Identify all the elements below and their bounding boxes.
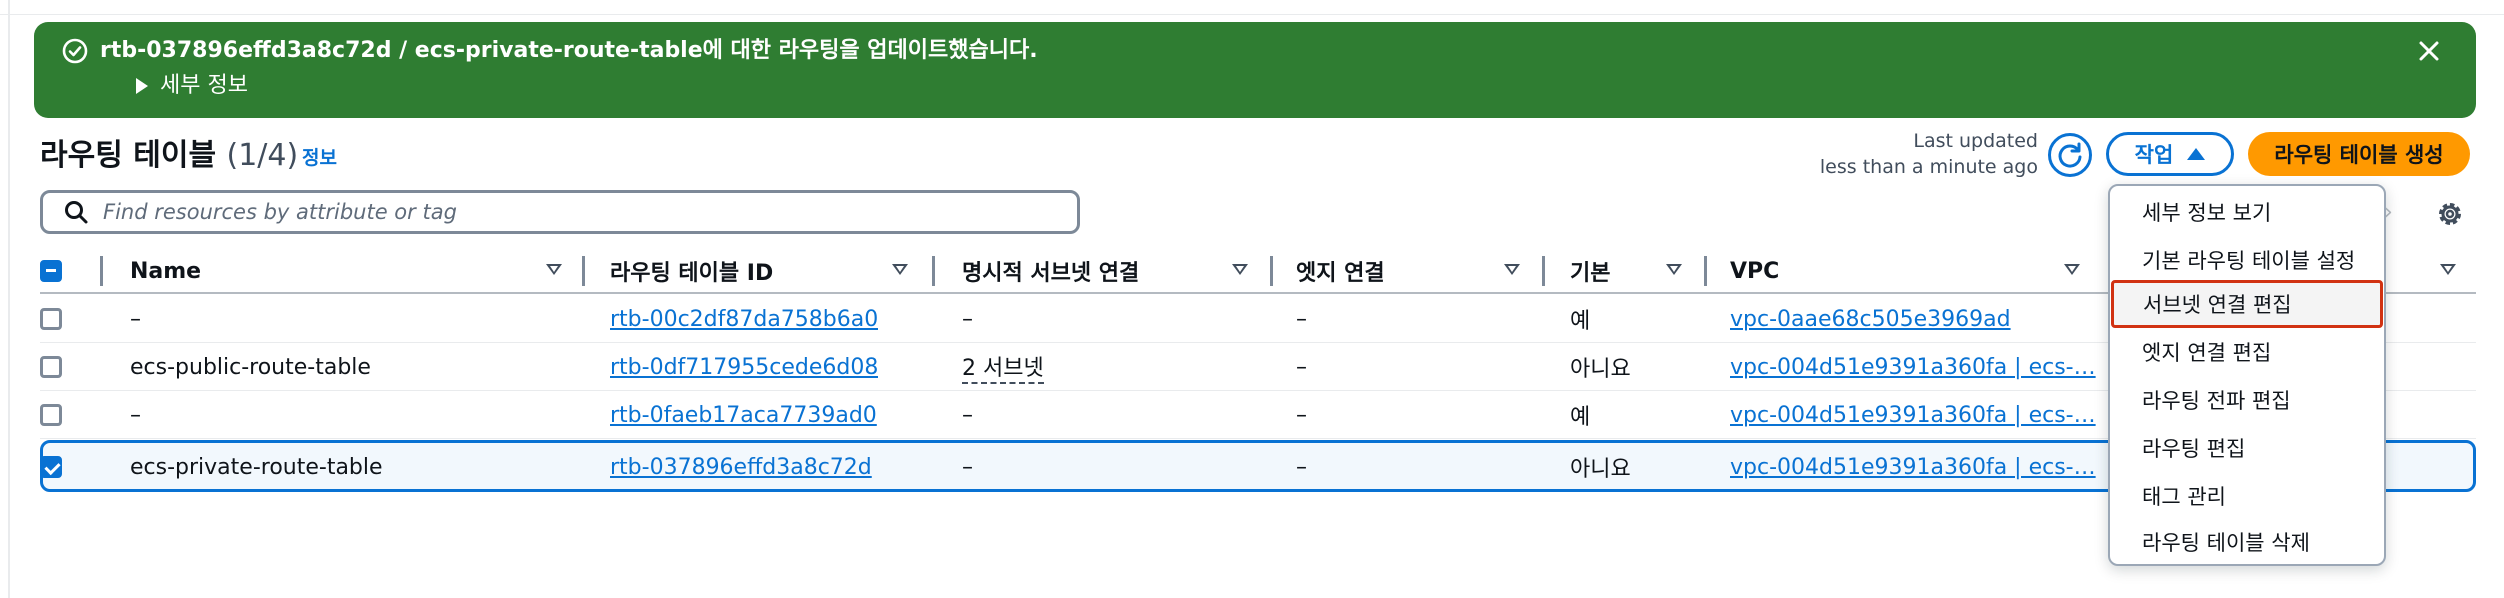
actions-button[interactable]: 작업 [2106,132,2234,176]
cell-main: 예 [1570,405,1591,430]
sort-icon[interactable] [1666,264,1682,275]
last-updated-label: Last updated [1913,130,2038,152]
create-route-table-button[interactable]: 라우팅 테이블 생성 [2248,132,2470,176]
search-icon [65,201,88,224]
row-checkbox[interactable] [40,308,62,330]
cell-name: – [130,306,141,332]
last-updated-value: less than a minute ago [1819,156,2038,178]
column-divider[interactable] [932,256,935,286]
sort-icon[interactable] [2440,264,2456,275]
menu-item-set-main-route-table[interactable]: 기본 라우팅 테이블 설정 [2110,236,2384,284]
success-flashbar: rtb-037896effd3a8c72d / ecs-private-rout… [34,22,2476,118]
caret-up-icon [2187,148,2206,160]
column-divider[interactable] [582,256,585,286]
info-link[interactable]: 정보 [302,144,337,172]
cell-edge: – [1296,354,1307,380]
route-table-id-link[interactable]: rtb-00c2df87da758b6a0 [610,295,878,343]
menu-item-edit-route-propagation[interactable]: 라우팅 전파 편집 [2110,376,2384,424]
page-left-border [8,0,10,598]
column-divider [100,256,103,286]
cell-subnet: – [962,454,973,480]
search-bar[interactable] [40,190,1080,234]
sort-icon[interactable] [2064,264,2080,275]
menu-item-manage-tags[interactable]: 태그 관리 [2110,472,2384,520]
cell-main: 아니요 [1570,457,1631,482]
table-title-text: 라우팅 테이블 [40,138,217,173]
sort-icon[interactable] [1504,264,1520,275]
cell-edge: – [1296,454,1307,480]
route-table-id-link[interactable]: rtb-0df717955cede6d08 [610,343,878,391]
column-header-route-table-id[interactable]: 라우팅 테이블 ID [610,248,773,294]
cell-subnet: – [962,306,973,332]
column-divider[interactable] [1542,256,1545,286]
column-header-name[interactable]: Name [130,248,201,294]
cell-name: ecs-public-route-table [130,354,371,380]
flash-details-toggle[interactable]: 세부 정보 [100,70,248,102]
sort-icon[interactable] [892,264,908,275]
vpc-link[interactable]: vpc-004d51e9391a360fa | ecs-… [1730,343,2096,391]
close-icon[interactable] [2414,36,2444,66]
flash-details-label: 세부 정보 [160,73,248,98]
table-title: 라우팅 테이블 (1/4) [40,136,298,176]
cell-main: 예 [1570,309,1591,334]
refresh-button[interactable] [2048,133,2092,177]
menu-item-edit-routes[interactable]: 라우팅 편집 [2110,424,2384,472]
cell-edge: – [1296,306,1307,332]
cell-name: ecs-private-route-table [130,454,383,480]
menu-item-view-details[interactable]: 세부 정보 보기 [2110,188,2384,236]
row-checkbox[interactable] [40,404,62,426]
cell-main: 아니요 [1570,357,1631,382]
route-table-id-link[interactable]: rtb-0faeb17aca7739ad0 [610,391,877,439]
select-all-checkbox-cell[interactable] [40,248,62,294]
route-table-id-link[interactable]: rtb-037896effd3a8c72d [610,443,872,491]
menu-item-edit-subnet-associations[interactable]: 서브넷 연결 편집 [2111,280,2383,328]
search-input[interactable] [103,200,1063,224]
column-header-explicit-subnet[interactable]: 명시적 서브넷 연결 [962,248,1139,294]
actions-dropdown-menu: 세부 정보 보기 기본 라우팅 테이블 설정 서브넷 연결 편집 엣지 연결 편… [2108,184,2386,566]
subnet-count-popover[interactable]: 2 서브넷 [962,350,1044,384]
vpc-link[interactable]: vpc-004d51e9391a360fa | ecs-… [1730,443,2096,491]
column-header-main[interactable]: 기본 [1570,248,1610,294]
column-divider[interactable] [1270,256,1273,286]
column-header-vpc[interactable]: VPC [1730,248,1779,294]
vpc-link[interactable]: vpc-004d51e9391a360fa | ecs-… [1730,391,2096,439]
column-divider[interactable] [1704,256,1707,286]
cell-subnet[interactable]: 2 서브넷 [962,343,1044,391]
actions-button-label: 작업 [2134,143,2174,167]
selection-count: (1/4) [226,138,299,173]
sort-icon[interactable] [1232,264,1248,275]
cell-edge: – [1296,402,1307,428]
cell-name: – [130,402,141,428]
flash-message: rtb-037896effd3a8c72d / ecs-private-rout… [100,38,1038,63]
sort-icon[interactable] [546,264,562,275]
vpc-link[interactable]: vpc-0aae68c505e3969ad [1730,295,2011,343]
refresh-icon [2058,142,2082,168]
menu-item-delete-route-table[interactable]: 라우팅 테이블 삭제 [2110,518,2384,566]
cell-subnet: – [962,402,973,428]
gear-icon[interactable] [2434,198,2466,230]
page-top-border [0,14,2504,15]
success-check-icon [62,38,88,64]
row-checkbox[interactable] [40,356,62,378]
caret-right-icon [136,78,148,94]
row-checkbox-checked[interactable] [40,456,62,478]
select-all-checkbox[interactable] [40,260,62,282]
last-updated: Last updated less than a minute ago [1780,128,2038,180]
menu-item-edit-edge-associations[interactable]: 엣지 연결 편집 [2110,328,2384,376]
column-header-edge[interactable]: 엣지 연결 [1296,248,1385,294]
